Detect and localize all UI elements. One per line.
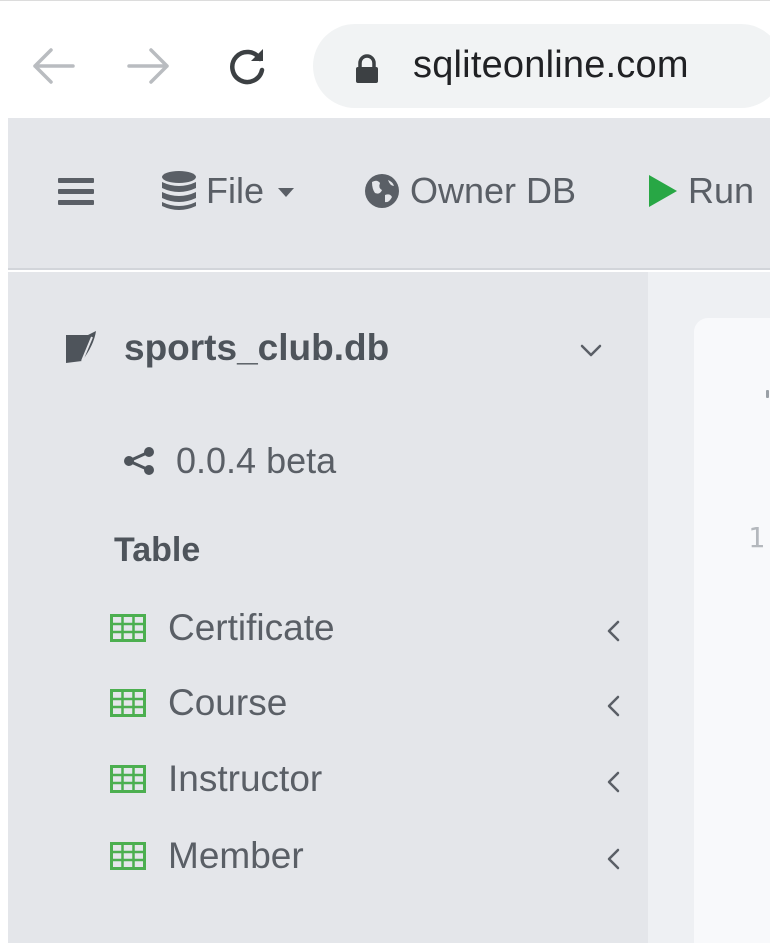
chevron-down-icon[interactable] [580, 344, 602, 358]
sql-editor[interactable]: 1 [694, 318, 770, 943]
hamburger-icon [58, 178, 94, 205]
forward-button[interactable] [124, 41, 174, 91]
chevron-left-icon [607, 771, 620, 793]
browser-toolbar: sqliteonline.com [0, 0, 770, 118]
back-button[interactable] [28, 41, 78, 91]
table-item-label: Member [168, 835, 304, 876]
owner-db-button[interactable]: Owner DB [364, 170, 576, 212]
sidebar: sports_club.db 0.0.4 beta Table Certific… [8, 272, 648, 943]
feather-icon [66, 331, 96, 363]
reload-icon [230, 49, 265, 85]
file-menu-button[interactable]: File [160, 170, 295, 212]
app-navbar: File Owner DB Run [8, 118, 770, 270]
file-menu-label: File [206, 170, 265, 211]
chevron-left-icon [607, 695, 620, 717]
arrow-right-icon [127, 48, 169, 84]
run-button[interactable]: Run [648, 170, 754, 212]
table-item-certificate[interactable]: Certificate [110, 598, 620, 658]
database-header[interactable]: sports_club.db [64, 327, 389, 369]
table-item-label: Course [168, 682, 288, 723]
run-label: Run [688, 170, 755, 211]
globe-icon [365, 174, 399, 208]
table-item-label: Instructor [168, 758, 323, 799]
lock-icon [356, 54, 378, 83]
address-bar[interactable]: sqliteonline.com [313, 24, 770, 108]
table-item-member[interactable]: Member [110, 826, 620, 886]
table-icon [110, 842, 146, 870]
line-number: 1 [748, 521, 765, 554]
database-name: sports_club.db [124, 327, 390, 368]
table-icon [110, 689, 146, 717]
arrow-left-icon [33, 48, 75, 84]
table-item-instructor[interactable]: Instructor [110, 749, 620, 809]
version-label: 0.0.4 beta [176, 440, 337, 481]
owner-db-label: Owner DB [410, 170, 577, 211]
table-item-label: Certificate [168, 607, 335, 648]
version-info: 0.0.4 beta [122, 440, 336, 482]
chevron-left-icon [607, 620, 620, 642]
url-text: sqliteonline.com [413, 44, 689, 86]
table-icon [110, 614, 146, 642]
main-content: 1 [648, 272, 770, 943]
reload-button[interactable] [222, 41, 272, 91]
table-section-title: Table [114, 531, 201, 569]
menu-toggle-button[interactable] [58, 176, 94, 206]
play-icon [649, 175, 677, 207]
editor-tab-marker [766, 390, 769, 398]
table-icon [110, 765, 146, 793]
share-icon [124, 447, 154, 475]
table-item-course[interactable]: Course [110, 673, 620, 733]
caret-down-icon [278, 187, 295, 197]
database-icon [162, 171, 196, 210]
chevron-left-icon [607, 848, 620, 870]
